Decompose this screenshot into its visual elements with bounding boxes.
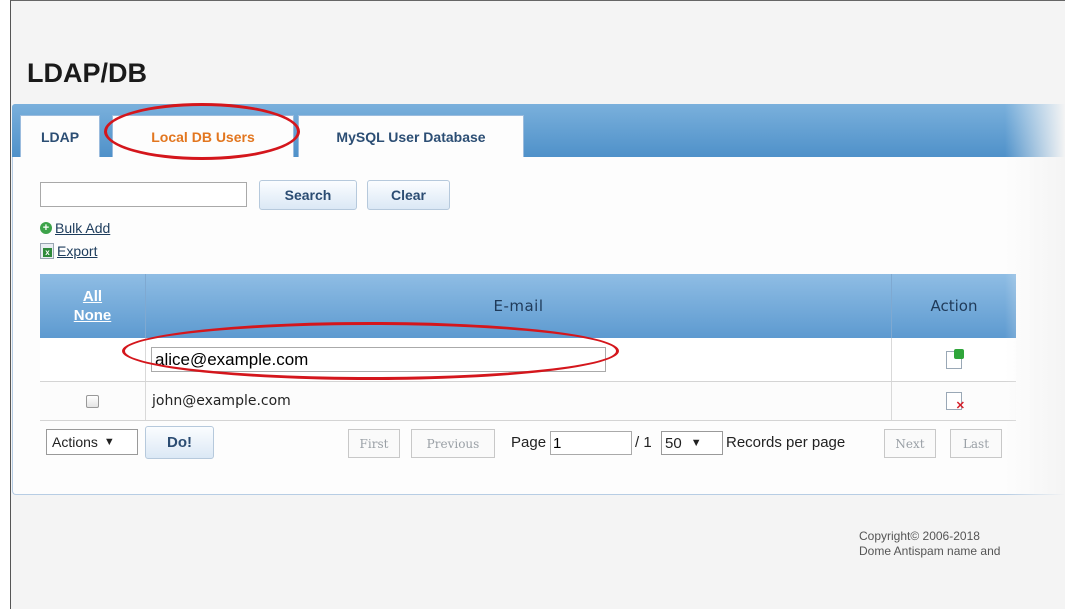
actions-select[interactable]: Actions ▼ <box>46 429 138 455</box>
row-email-cell: john@example.com <box>146 382 892 420</box>
tab-ldap[interactable]: LDAP <box>20 115 100 157</box>
email-column-header: E-mail <box>146 274 892 338</box>
tab-local-db-users[interactable]: Local DB Users <box>112 115 294 157</box>
search-input[interactable] <box>40 182 247 207</box>
records-per-page-label: Records per page <box>726 434 846 451</box>
copyright-line-2: Dome Antispam name and <box>859 544 1001 558</box>
page-title: LDAP/DB <box>27 58 147 88</box>
last-page-button[interactable]: Last <box>950 429 1002 458</box>
row-checkbox[interactable] <box>86 394 99 408</box>
page-label: Page <box>511 434 547 451</box>
new-user-row <box>40 338 1016 382</box>
actions-select-label: Actions <box>52 434 98 450</box>
bulk-add-label: Bulk Add <box>55 220 111 236</box>
new-email-input[interactable] <box>151 347 606 372</box>
row-action-cell <box>892 382 1016 420</box>
export-link[interactable]: Export <box>40 243 97 259</box>
users-grid: All None E-mail Action john@example.com … <box>40 274 1016 478</box>
row-select-cell <box>40 382 146 420</box>
previous-page-button[interactable]: Previous <box>411 429 495 458</box>
action-column-header: Action <box>930 297 978 315</box>
page-total: / 1 <box>635 434 652 451</box>
select-all-link[interactable]: All <box>83 287 102 306</box>
bulk-add-link[interactable]: + Bulk Add <box>40 220 110 236</box>
table-row: john@example.com <box>40 382 1016 421</box>
new-row-email-cell <box>146 338 892 381</box>
select-column-header: All None <box>40 274 146 338</box>
new-row-action-cell <box>892 338 1016 381</box>
chevron-down-icon: ▼ <box>690 437 702 449</box>
grid-footer: Actions ▼ Do! First Previous Page / 1 50… <box>40 421 1016 471</box>
new-row-select-cell <box>40 338 146 381</box>
tab-mysql-user-database[interactable]: MySQL User Database <box>298 115 524 157</box>
page-number-input[interactable] <box>550 431 632 455</box>
copyright-line-1: Copyright© 2006-2018 <box>859 529 980 543</box>
user-email: john@example.com <box>152 393 291 409</box>
excel-export-icon <box>40 243 54 259</box>
add-user-icon[interactable] <box>946 348 964 369</box>
clear-button[interactable]: Clear <box>367 180 450 210</box>
delete-user-icon[interactable] <box>946 392 965 412</box>
chevron-down-icon: ▼ <box>103 436 115 448</box>
next-page-button[interactable]: Next <box>884 429 936 458</box>
search-button[interactable]: Search <box>259 180 357 210</box>
grid-header: All None E-mail Action <box>40 274 1016 338</box>
add-circle-icon: + <box>40 222 52 234</box>
page-size-select[interactable]: 50 ▼ <box>661 431 723 455</box>
first-page-button[interactable]: First <box>348 429 400 458</box>
do-button[interactable]: Do! <box>145 426 214 459</box>
copyright-notice: Copyright© 2006-2018 Dome Antispam name … <box>855 529 1065 559</box>
page-size-value: 50 <box>665 434 682 452</box>
select-none-link[interactable]: None <box>74 306 112 325</box>
export-label: Export <box>57 243 98 259</box>
